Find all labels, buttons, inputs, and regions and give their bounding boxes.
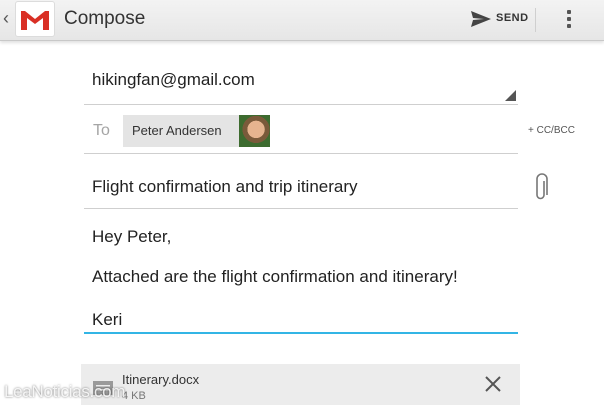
body-signature[interactable]: Keri (92, 310, 122, 330)
account-dropdown-icon[interactable] (505, 90, 516, 101)
body-text[interactable]: Attached are the flight confirmation and… (92, 267, 458, 287)
to-divider (84, 153, 518, 154)
subject-field[interactable]: Flight confirmation and trip itinerary (92, 177, 358, 197)
to-label: To (93, 122, 110, 139)
recipient-chip[interactable]: Peter Andersen (123, 115, 270, 147)
overflow-menu-icon[interactable] (562, 7, 576, 31)
close-icon[interactable] (483, 374, 503, 394)
from-account[interactable]: hikingfan@gmail.com (92, 70, 255, 90)
body-greeting[interactable]: Hey Peter, (92, 227, 171, 247)
send-label: SEND (496, 12, 529, 24)
subject-divider (84, 208, 518, 209)
recipient-name: Peter Andersen (132, 123, 222, 138)
gmail-logo[interactable] (15, 1, 55, 37)
up-caret-icon[interactable]: ‹ (3, 8, 9, 29)
attachment-size: 4 KB (122, 390, 146, 402)
avatar (239, 115, 270, 147)
cc-bcc-button[interactable]: + CC/BCC (528, 125, 575, 136)
attachment-item[interactable]: Itinerary.docx 4 KB (81, 364, 520, 405)
send-icon (471, 11, 491, 27)
page-title: Compose (64, 8, 146, 29)
paperclip-icon[interactable] (533, 173, 549, 203)
watermark: LeaNoticias.com (4, 382, 126, 401)
action-separator (535, 8, 536, 32)
body-focus-underline (84, 332, 518, 334)
from-divider (84, 104, 518, 105)
attachment-filename: Itinerary.docx (122, 372, 200, 387)
action-bar: ‹ Compose SEND (0, 0, 604, 41)
send-button[interactable]: SEND (466, 5, 532, 33)
